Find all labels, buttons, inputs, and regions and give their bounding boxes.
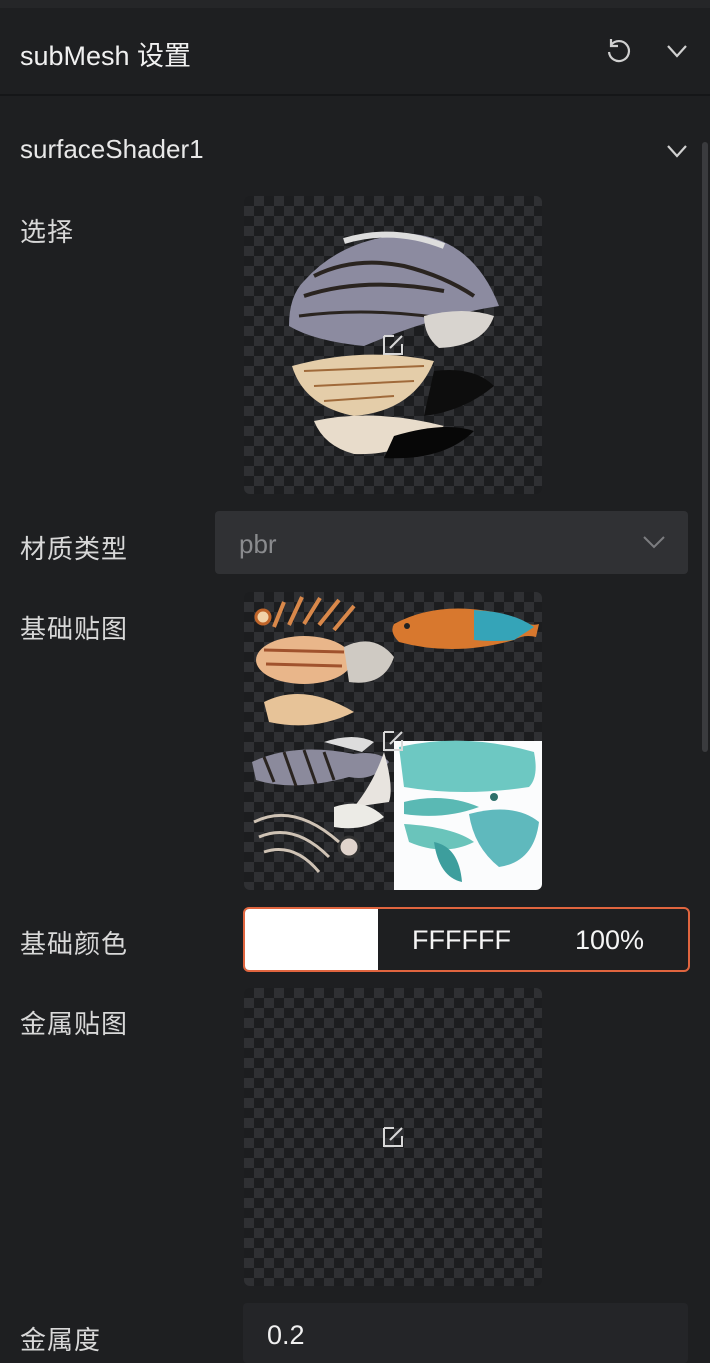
chevron-down-icon[interactable]	[664, 138, 690, 164]
edit-icon[interactable]	[381, 729, 405, 753]
metalness-value: 0.2	[267, 1320, 305, 1350]
base-map-preview[interactable]	[244, 592, 542, 890]
base-color-picker[interactable]: FFFFFF 100%	[243, 907, 690, 972]
base-map-label: 基础贴图	[20, 614, 129, 644]
reset-icon[interactable]	[603, 36, 633, 66]
panel-header: subMesh 设置	[0, 8, 710, 96]
color-swatch[interactable]	[245, 909, 378, 970]
edit-icon[interactable]	[381, 1125, 405, 1149]
metal-map-preview[interactable]	[244, 988, 542, 1286]
base-color-label: 基础颜色	[20, 929, 129, 959]
panel-title: subMesh 设置	[20, 41, 192, 71]
material-type-label: 材质类型	[20, 534, 129, 564]
color-alpha-value[interactable]: 100%	[575, 925, 644, 956]
section-title[interactable]: surfaceShader1	[20, 134, 204, 165]
select-label: 选择	[20, 217, 75, 247]
scrollbar[interactable]	[702, 142, 708, 752]
metalness-label: 金属度	[20, 1325, 102, 1355]
color-hex-value[interactable]: FFFFFF	[412, 925, 511, 956]
chevron-down-icon	[643, 536, 665, 549]
metal-map-label: 金属贴图	[20, 1009, 129, 1039]
metalness-input[interactable]: 0.2	[243, 1303, 688, 1363]
material-type-value: pbr	[239, 529, 277, 559]
chevron-down-icon[interactable]	[664, 38, 690, 64]
material-type-select[interactable]: pbr	[215, 511, 688, 574]
material-preview[interactable]	[244, 196, 542, 494]
edit-icon[interactable]	[381, 333, 405, 357]
